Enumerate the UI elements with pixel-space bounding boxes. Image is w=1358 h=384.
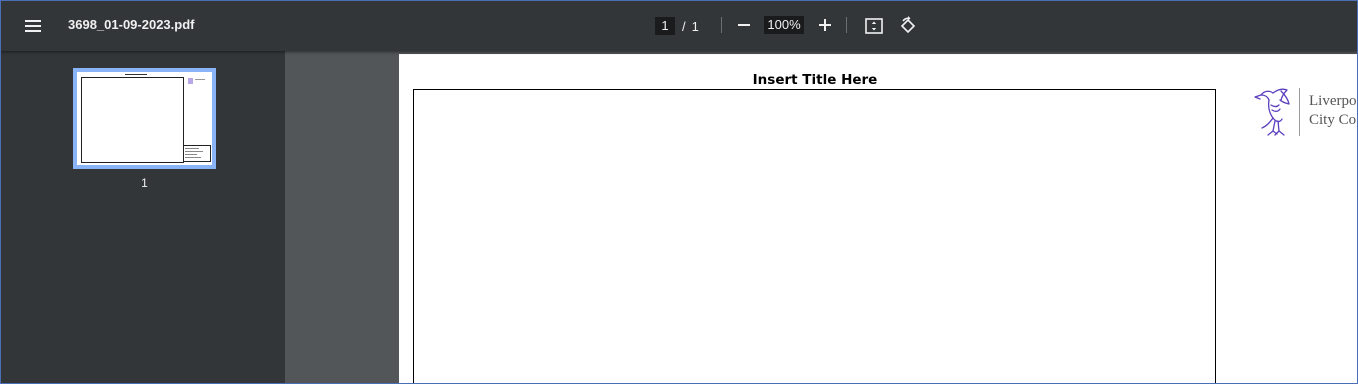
thumbnail-sidebar: 1 [1,51,285,383]
thumbnail-page-number: 1 [141,176,148,190]
toolbar: 3698_01-09-2023.pdf 1 / 1 100% [1,1,1357,51]
page-thumbnail[interactable] [73,68,216,169]
map-frame [413,89,1216,383]
pdf-page: Insert Title Here Liverpo City Co [399,54,1357,383]
thumbnail-page-preview [77,72,212,165]
logo-divider [1299,88,1300,136]
file-title: 3698_01-09-2023.pdf [68,17,195,32]
pdf-viewer-window: 3698_01-09-2023.pdf 1 / 1 100% 1 Insert … [0,0,1358,384]
current-page-input[interactable]: 1 [655,17,675,35]
organisation-logo-text: Liverpo City Co [1309,92,1356,130]
total-pages: 1 [691,18,699,34]
page-separator: / [682,18,686,34]
rotate-icon[interactable] [897,15,919,37]
logo-line-2: City Co [1309,112,1357,128]
page-selector: 1 / 1 [655,16,699,36]
liver-bird-icon [1254,88,1290,136]
document-title: Insert Title Here [752,72,878,88]
fit-to-page-icon[interactable] [864,16,884,36]
zoom-level-input[interactable]: 100% [764,16,804,34]
menu-icon[interactable] [25,15,47,37]
zoom-out-icon[interactable] [735,15,753,35]
logo-line-1: Liverpo [1309,93,1357,109]
toolbar-divider [721,17,722,33]
zoom-in-icon[interactable] [816,15,834,35]
document-viewer[interactable]: Insert Title Here Liverpo City Co [285,51,1357,383]
toolbar-divider [846,17,847,33]
